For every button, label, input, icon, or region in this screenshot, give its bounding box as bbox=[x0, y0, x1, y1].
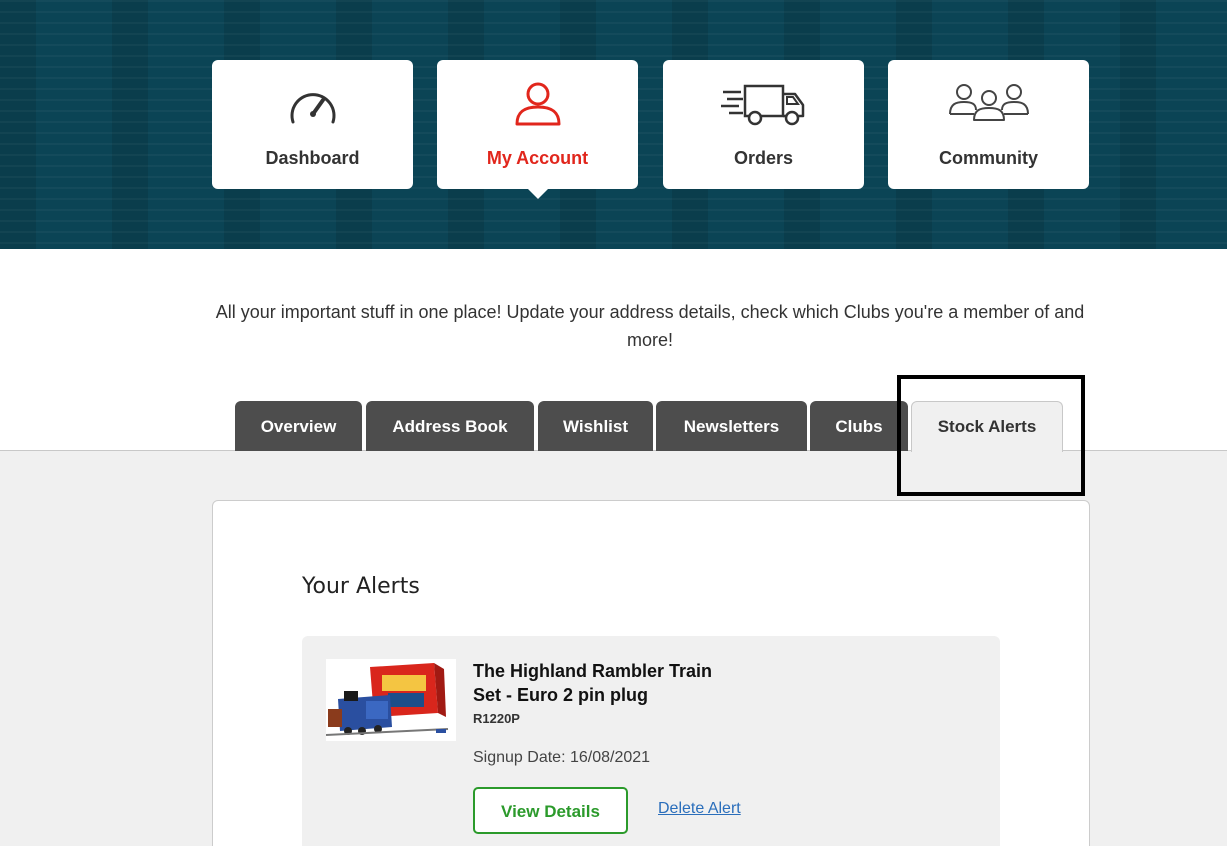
people-group-icon bbox=[946, 80, 1032, 133]
tab-wishlist[interactable]: Wishlist bbox=[538, 401, 653, 451]
nav-label-orders: Orders bbox=[733, 148, 794, 168]
nav-label-dashboard: Dashboard bbox=[265, 148, 360, 168]
alerts-title: Your Alerts bbox=[302, 574, 420, 599]
nav-card-community[interactable]: Community bbox=[888, 60, 1089, 189]
user-icon bbox=[512, 80, 564, 133]
tab-clubs[interactable]: Clubs bbox=[810, 401, 908, 451]
view-details-button[interactable]: View Details bbox=[473, 787, 628, 834]
speedometer-icon bbox=[287, 80, 339, 133]
nav-card-my-account[interactable]: My Account bbox=[437, 60, 638, 189]
page: Dashboard My Account Orders Community Al… bbox=[0, 0, 1227, 846]
signup-date: Signup Date: 16/08/2021 bbox=[473, 749, 651, 766]
hero-banner: Dashboard My Account Orders Community bbox=[0, 0, 1227, 249]
nav-label-my-account: My Account bbox=[486, 148, 589, 168]
delivery-truck-icon bbox=[720, 80, 807, 133]
product-name[interactable]: The Highland Rambler Train Set - Euro 2 … bbox=[473, 659, 733, 707]
nav-card-dashboard[interactable]: Dashboard bbox=[212, 60, 413, 189]
train-set-image bbox=[325, 659, 456, 741]
delete-alert-link[interactable]: Delete Alert bbox=[658, 800, 741, 818]
tab-overview[interactable]: Overview bbox=[235, 401, 362, 451]
nav-label-community: Community bbox=[939, 148, 1038, 168]
product-code: R1220P bbox=[473, 711, 520, 726]
tab-newsletters[interactable]: Newsletters bbox=[656, 401, 807, 451]
product-image[interactable] bbox=[325, 659, 456, 741]
tab-stock-alerts[interactable]: Stock Alerts bbox=[911, 401, 1063, 452]
nav-card-orders[interactable]: Orders bbox=[663, 60, 864, 189]
intro-text: All your important stuff in one place! U… bbox=[215, 302, 1085, 350]
tab-address-book[interactable]: Address Book bbox=[366, 401, 534, 451]
